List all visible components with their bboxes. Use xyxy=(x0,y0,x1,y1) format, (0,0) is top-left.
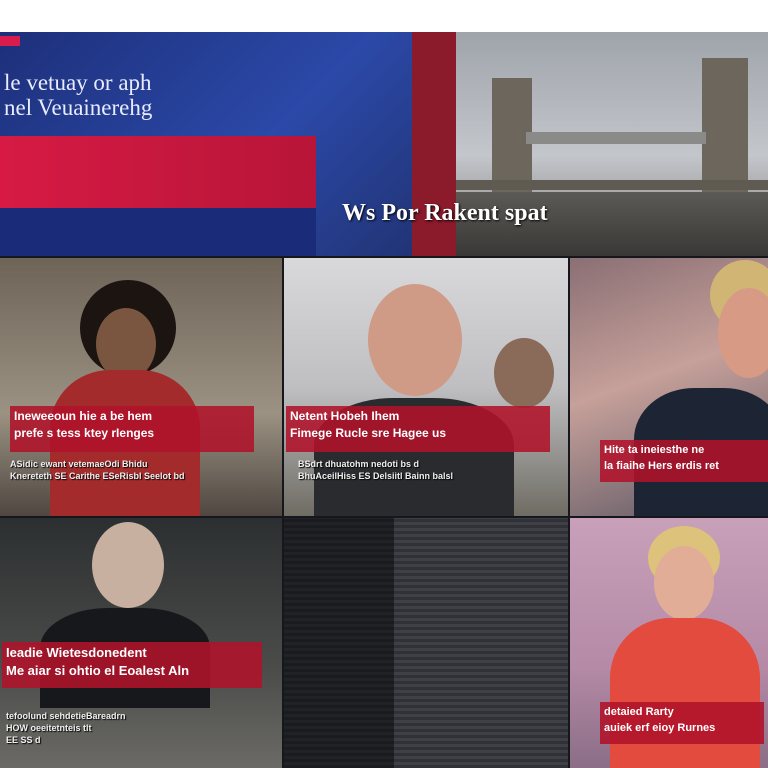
story-caption: Netent Hobeh Ihem Fimege Rucle sre Hagee… xyxy=(286,406,550,452)
top-navigation-bar xyxy=(0,0,768,33)
person-face xyxy=(654,546,714,620)
shadow-figure xyxy=(284,518,394,768)
person-face xyxy=(92,522,164,608)
story-subtext: tefoolund sehdetieBareadrn HOW oeeitetnt… xyxy=(6,711,126,745)
bridge-walkway xyxy=(526,132,706,144)
story-card[interactable]: Ineweeoun hie a be hem prefe s tess ktey… xyxy=(0,258,282,516)
red-band xyxy=(0,136,316,208)
story-caption: detaied Rarty auiek erf eioy Rurnes xyxy=(600,702,764,744)
person-head xyxy=(368,284,462,396)
hero-title: le vetuay or aph nel Veuainerehg xyxy=(4,70,153,120)
story-card[interactable] xyxy=(284,518,568,768)
story-caption: Hite ta ineiesthe ne la fiaihe Hers erdi… xyxy=(600,440,768,482)
blue-band xyxy=(0,208,316,256)
story-card[interactable]: Ieadie Wietesdonedent Me aiar si ohtio e… xyxy=(0,518,282,768)
story-card[interactable]: Hite ta ineiesthe ne la fiaihe Hers erdi… xyxy=(570,258,768,516)
story-subtext: BSdrt dhuatohm nedoti bs d BhuAceilHiss … xyxy=(298,459,454,481)
story-subtext: ASidic ewant vetemaeOdi Bhidu Knereteth … xyxy=(10,459,185,481)
background-person xyxy=(494,338,554,408)
person-body xyxy=(610,618,760,768)
story-caption: Ieadie Wietesdonedent Me aiar si ohtio e… xyxy=(2,642,262,688)
story-caption: Ineweeoun hie a be hem prefe s tess ktey… xyxy=(10,406,254,452)
accent-block xyxy=(0,36,20,46)
featured-headline[interactable]: Ws Por Rakent spat xyxy=(342,200,548,227)
story-card[interactable]: Netent Hobeh Ihem Fimege Rucle sre Hagee… xyxy=(284,258,568,516)
story-card[interactable]: detaied Rarty auiek erf eioy Rurnes xyxy=(570,518,768,768)
bridge-road xyxy=(456,180,768,190)
